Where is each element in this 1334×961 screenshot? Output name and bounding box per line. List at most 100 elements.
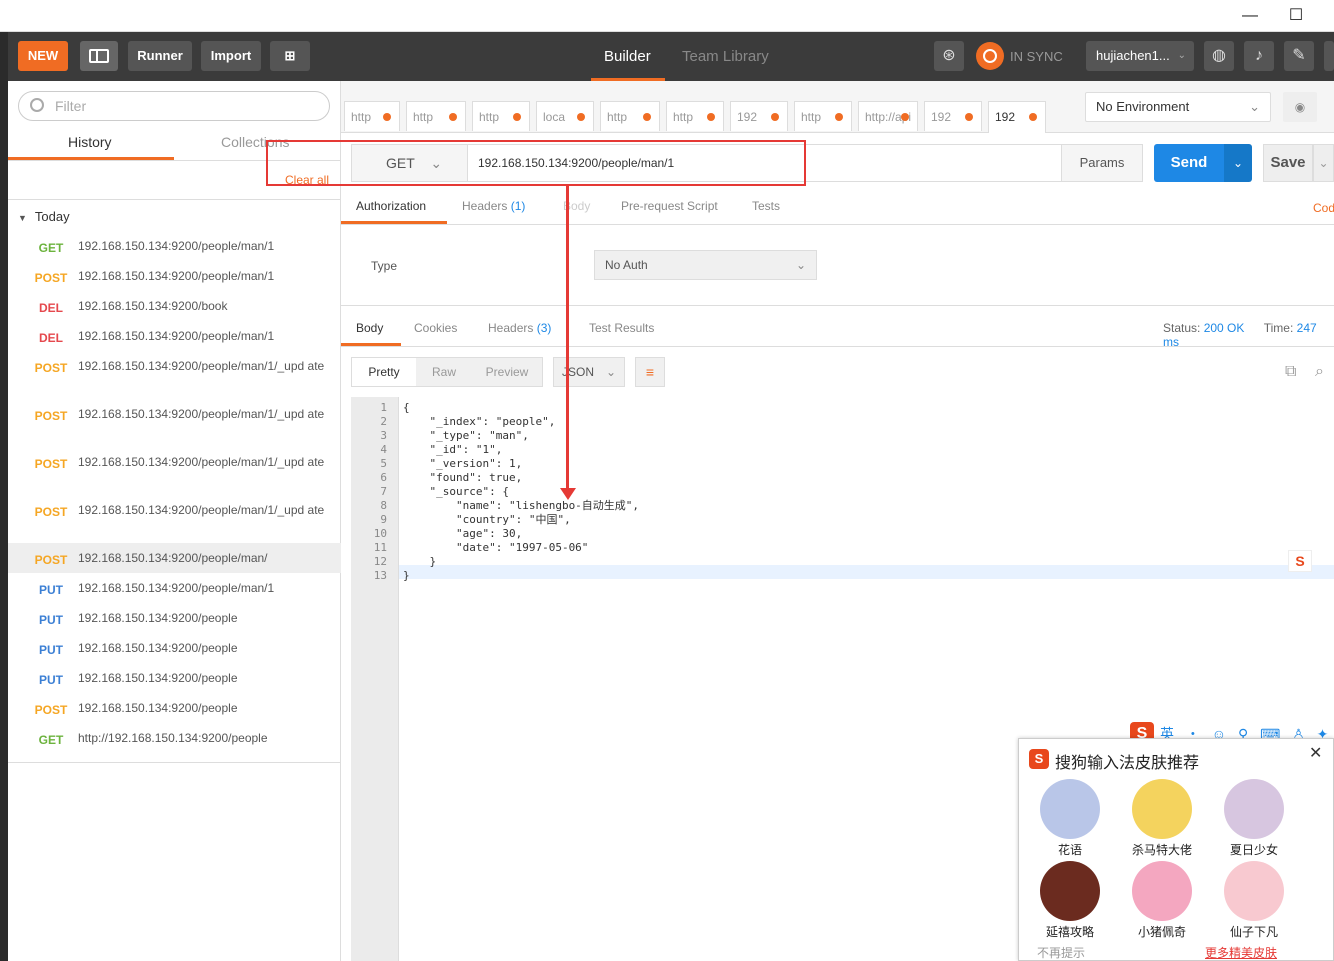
history-item[interactable]: PUT 192.168.150.134:9200/people [8,603,341,633]
annotation-arrow-line [566,186,569,492]
history-item-method: POST [34,271,68,285]
skin-label: 小猪佩奇 [1137,925,1186,939]
request-tab[interactable]: http [406,101,466,131]
tab-team-library[interactable]: Team Library [682,32,769,81]
history-item[interactable]: POST 192.168.150.134:9200/people/man/1/_u… [8,399,341,447]
request-tab[interactable]: http [794,101,852,131]
history-item[interactable]: GET http://192.168.150.134:9200/people [8,723,341,753]
tab-response-body[interactable]: Body [356,321,383,335]
history-item[interactable]: PUT 192.168.150.134:9200/people [8,663,341,693]
unsaved-dot-icon [835,113,843,121]
skin-option[interactable]: 花语 [1035,779,1105,858]
view-raw-button[interactable]: Raw [416,358,472,386]
history-item[interactable]: POST 192.168.150.134:9200/people/man/1/_u… [8,447,341,495]
code-line: "_source": { [403,485,509,498]
tab-test-results[interactable]: Test Results [589,321,654,335]
skin-option[interactable]: 仙子下凡 [1219,861,1289,940]
code-line: } [403,569,410,582]
annotation-highlight-box [266,140,806,186]
view-pretty-button[interactable]: Pretty [352,358,416,386]
history-item[interactable]: POST 192.168.150.134:9200/people/man/ [8,543,341,573]
history-group-today[interactable]: ▼ Today [18,209,70,224]
copy-icon[interactable]: ⧉ [1285,363,1296,381]
skin-option[interactable]: 小猪佩奇 [1127,861,1197,940]
status-label: Status: [1163,321,1201,335]
environment-select[interactable]: No Environment ⌄ [1085,92,1271,122]
history-item-url: 192.168.150.134:9200/people [78,641,238,655]
history-item-url: 192.168.150.134:9200/people [78,611,238,625]
wrap-lines-icon[interactable]: ≡ [635,357,665,387]
history-item[interactable]: DEL 192.168.150.134:9200/book [8,291,341,321]
sync-icon[interactable] [976,42,1004,70]
unsaved-dot-icon [383,113,391,121]
toggle-sidebar-button[interactable] [80,41,118,71]
request-tab[interactable]: 192 [730,101,788,131]
params-button[interactable]: Params [1061,144,1143,182]
request-tab[interactable]: http [344,101,400,131]
history-item[interactable]: POST 192.168.150.134:9200/people/man/1/_u… [8,351,341,399]
format-select[interactable]: JSON ⌄ [553,357,625,387]
more-skins-link[interactable]: 更多精美皮肤 [1205,944,1277,961]
new-button[interactable]: NEW [18,41,68,71]
history-item[interactable]: GET 192.168.150.134:9200/people/man/1 [8,231,341,261]
tab-tests[interactable]: Tests [752,199,780,213]
history-item[interactable]: POST 192.168.150.134:9200/people [8,693,341,723]
code-line: "_version": 1, [403,457,523,470]
interceptor-icon[interactable]: ⊛ [934,41,964,71]
time-label: Time: [1263,321,1294,335]
send-button[interactable]: Send [1154,144,1224,182]
request-tab[interactable]: http [666,101,724,131]
history-item-method: POST [34,457,68,471]
history-item[interactable]: PUT 192.168.150.134:9200/people/man/1 [8,573,341,603]
skin-option[interactable]: 延禧攻略 [1035,861,1105,940]
import-button[interactable]: Import [201,41,261,71]
tab-response-headers[interactable]: Headers (3) [488,321,551,335]
history-item-url: 192.168.150.134:9200/people [78,701,238,715]
view-preview-button[interactable]: Preview [472,358,542,386]
runner-button[interactable]: Runner [128,41,192,71]
heart-icon[interactable] [1324,41,1334,71]
request-tab[interactable]: loca [536,101,594,131]
request-tab[interactable]: 192 [924,101,982,131]
globe-icon[interactable]: ◍ [1204,41,1234,71]
tab-cookies[interactable]: Cookies [414,321,457,335]
bell-icon[interactable]: ♪ [1244,41,1274,71]
send-options-button[interactable]: ⌄ [1224,144,1252,182]
auth-type-select[interactable]: No Auth ⌄ [594,250,817,280]
history-item[interactable]: PUT 192.168.150.134:9200/people [8,633,341,663]
divider [8,199,341,200]
response-headers-count: (3) [536,321,552,335]
tab-prerequest-script[interactable]: Pre-request Script [621,199,718,213]
dont-show-again-link[interactable]: 不再提示 [1037,944,1085,961]
close-icon[interactable]: ✕ [1309,743,1322,763]
eye-icon[interactable]: ◉ [1283,92,1317,122]
tab-builder[interactable]: Builder [604,32,651,81]
skin-option[interactable]: 夏日少女 [1219,779,1289,858]
save-button[interactable]: Save [1263,144,1313,182]
history-item[interactable]: POST 192.168.150.134:9200/people/man/1 [8,261,341,291]
user-dropdown[interactable]: hujiachen1... ⌄ [1086,41,1194,71]
new-window-button[interactable]: ⊞ [270,41,310,71]
tab-authorization[interactable]: Authorization [356,199,426,213]
generate-code-link[interactable]: Cod [1313,201,1334,215]
tab-headers[interactable]: Headers (1) [462,199,525,213]
history-item[interactable]: POST 192.168.150.134:9200/people/man/1/_u… [8,495,341,543]
settings-wrench-icon[interactable]: ✎ [1284,41,1314,71]
history-item[interactable]: DEL 192.168.150.134:9200/people/man/1 [8,321,341,351]
save-options-button[interactable]: ⌄ [1313,144,1334,182]
history-item-method: GET [38,241,64,255]
history-item-method: PUT [39,583,63,597]
filter-input[interactable]: Filter [18,91,330,121]
request-tab[interactable]: http [600,101,660,131]
minimize-icon[interactable]: — [1230,4,1270,28]
search-icon[interactable]: ⌕ [1315,363,1324,381]
sogou-float-icon[interactable]: S [1288,550,1312,572]
request-tab[interactable]: http [472,101,530,131]
unsaved-dot-icon [965,113,973,121]
divider [8,762,341,763]
request-tab[interactable]: 192 [988,101,1046,133]
request-tab[interactable]: http://api [858,101,918,131]
maximize-icon[interactable]: ☐ [1276,4,1316,28]
skin-label: 延禧攻略 [1045,925,1094,939]
skin-option[interactable]: 杀马特大佬 [1127,779,1197,858]
